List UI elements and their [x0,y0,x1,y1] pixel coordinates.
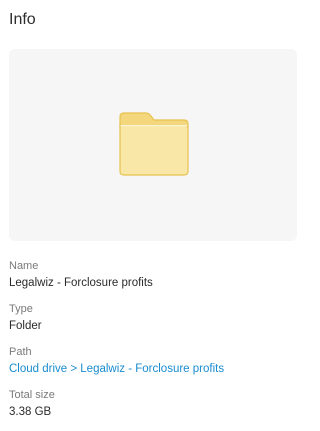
type-value: Folder [9,320,42,332]
field-path: Path Cloud drive > Legalwiz - Forclosure… [9,344,301,378]
details-list: Name Legalwiz - Forclosure profits Type … [9,258,301,430]
folder-icon [119,112,189,176]
folder-preview [9,49,297,241]
field-type: Type Folder [9,301,301,335]
field-name: Name Legalwiz - Forclosure profits [9,258,301,292]
size-value: 3.38 GB [9,406,52,418]
name-label: Name [9,260,39,272]
size-label: Total size [9,389,55,401]
path-link[interactable]: Cloud drive > Legalwiz - Forclosure prof… [9,360,301,378]
path-label: Path [9,346,32,358]
info-panel: Info Name Legalwiz - Forclosure profits … [0,0,310,431]
name-value: Legalwiz - Forclosure profits [9,277,153,289]
field-total-size: Total size 3.38 GB [9,387,301,421]
panel-title: Info [9,11,36,28]
type-label: Type [9,303,33,315]
